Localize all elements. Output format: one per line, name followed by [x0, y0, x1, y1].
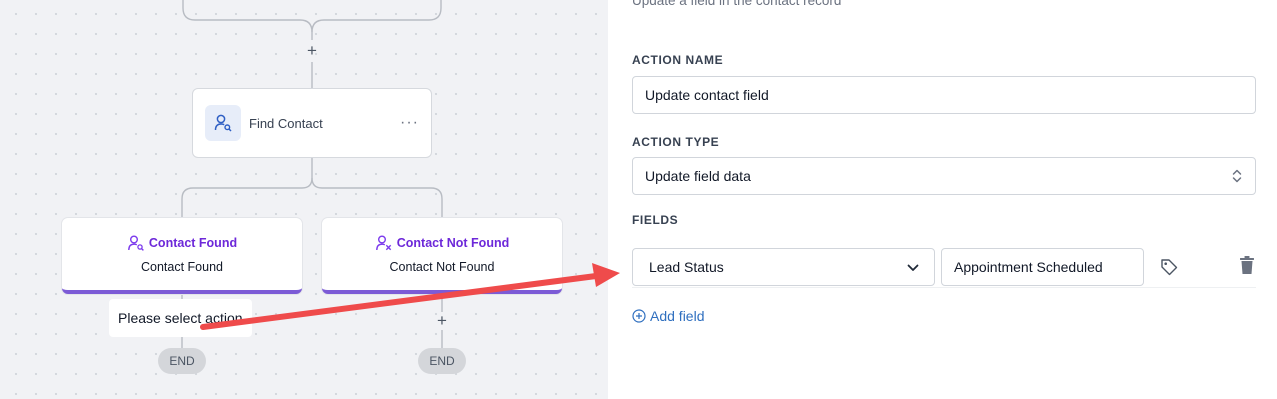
add-field-label: Add field: [650, 308, 705, 324]
field-name-value: Lead Status: [649, 259, 724, 275]
add-step-button[interactable]: +: [304, 42, 320, 59]
end-node: END: [418, 348, 466, 374]
user-check-icon: [128, 235, 144, 251]
trash-icon[interactable]: [1238, 255, 1256, 275]
branch-subtitle: Contact Not Found: [389, 260, 495, 274]
branch-contact-not-found[interactable]: Contact Not Found Contact Not Found: [322, 218, 562, 294]
field-row: Lead Status: [632, 247, 1256, 288]
panel-description: Update a field in the contact record: [632, 0, 842, 8]
fields-label: FIELDS: [632, 213, 679, 227]
select-action-tooltip[interactable]: Please select action: [109, 299, 252, 337]
add-step-button[interactable]: +: [434, 312, 450, 329]
user-x-icon: [375, 235, 391, 251]
select-arrows-icon: [1232, 169, 1242, 183]
end-node: END: [158, 348, 206, 374]
find-contact-node[interactable]: Find Contact ···: [192, 88, 432, 158]
add-field-button[interactable]: Add field: [632, 308, 704, 324]
plus-circle-icon: [632, 309, 646, 323]
node-title: Find Contact: [249, 115, 323, 131]
chevron-down-icon: [907, 264, 919, 271]
connector-lines: [181, 0, 443, 348]
field-value-input[interactable]: [941, 248, 1144, 286]
branch-subtitle: Contact Found: [141, 260, 223, 274]
branch-contact-found[interactable]: Contact Found Contact Found: [62, 218, 302, 294]
branch-header: Contact Found: [148, 236, 238, 250]
action-type-select[interactable]: Update field data: [632, 157, 1256, 195]
action-name-input[interactable]: [632, 76, 1256, 114]
action-name-label: ACTION NAME: [632, 53, 724, 67]
branch-header: Contact Not Found: [396, 236, 510, 250]
tag-icon[interactable]: [1159, 257, 1179, 277]
field-name-select[interactable]: Lead Status: [632, 248, 935, 286]
node-menu-button[interactable]: ···: [400, 114, 419, 132]
user-search-icon: [205, 105, 241, 141]
action-type-value: Update field data: [645, 168, 751, 184]
action-type-label: ACTION TYPE: [632, 135, 720, 149]
workflow-canvas[interactable]: + Find Contact ··· Contact Found Contact…: [0, 0, 608, 399]
action-settings-panel: Update a field in the contact record ACT…: [608, 0, 1277, 399]
